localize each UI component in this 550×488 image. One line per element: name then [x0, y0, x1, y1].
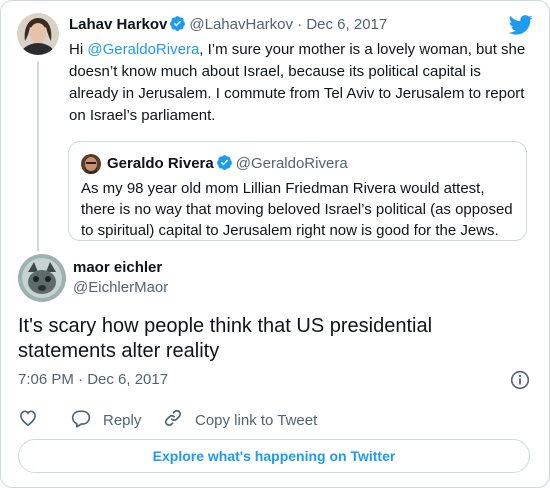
tweet-timestamp[interactable]: 7:06 PM · Dec 6, 2017: [18, 371, 168, 388]
quoted-tweet-header: Geraldo Rivera @GeraldoRivera: [107, 154, 516, 172]
author-name[interactable]: maor eichler: [73, 259, 162, 276]
info-icon[interactable]: [510, 370, 530, 390]
author-handle[interactable]: @LahavHarkov: [189, 16, 293, 33]
speech-bubble-icon: [71, 408, 91, 432]
tweet-embed-card: Lahav Harkov @LahavHarkov · Dec 6, 2017 H…: [0, 0, 550, 488]
verified-badge-icon: [216, 154, 233, 171]
parent-tweet-text: Hi @GeraldoRivera, I’m sure your mother …: [69, 39, 527, 127]
author-handle[interactable]: @EichlerMaor: [73, 279, 168, 296]
tweet-date[interactable]: Dec 6, 2017: [306, 16, 387, 33]
author-name[interactable]: Geraldo Rivera: [107, 155, 214, 172]
avatar[interactable]: [18, 254, 66, 302]
copy-link-label: Copy link to Tweet: [195, 411, 318, 429]
avatar[interactable]: [81, 154, 101, 174]
twitter-bird-icon[interactable]: [508, 15, 533, 35]
reply-label: Reply: [103, 411, 142, 429]
link-icon: [163, 408, 183, 432]
mention-link[interactable]: @GeraldoRivera: [87, 41, 199, 58]
main-tweet-text: It's scary how people think that US pres…: [18, 315, 433, 362]
quoted-tweet-text: As my 98 year old mom Lillian Friedman R…: [81, 180, 513, 239]
author-name[interactable]: Lahav Harkov: [69, 16, 167, 33]
quoted-tweet[interactable]: Geraldo Rivera @GeraldoRivera As my 98 ye…: [68, 141, 527, 241]
heart-icon: [18, 408, 38, 432]
reply-button[interactable]: Reply: [71, 409, 141, 431]
tweet-text-segment: Hi: [69, 41, 88, 58]
verified-badge-icon: [169, 15, 186, 32]
avatar[interactable]: [17, 13, 59, 55]
author-handle[interactable]: @GeraldoRivera: [236, 155, 348, 172]
thread-connector-line: [37, 61, 39, 251]
copy-link-button[interactable]: Copy link to Tweet: [163, 409, 317, 431]
parent-tweet[interactable]: Lahav Harkov @LahavHarkov · Dec 6, 2017 H…: [17, 13, 533, 251]
explore-twitter-button[interactable]: Explore what's happening on Twitter: [18, 439, 530, 473]
like-button[interactable]: [18, 409, 38, 431]
parent-tweet-header: Lahav Harkov @LahavHarkov · Dec 6, 2017: [69, 15, 533, 37]
